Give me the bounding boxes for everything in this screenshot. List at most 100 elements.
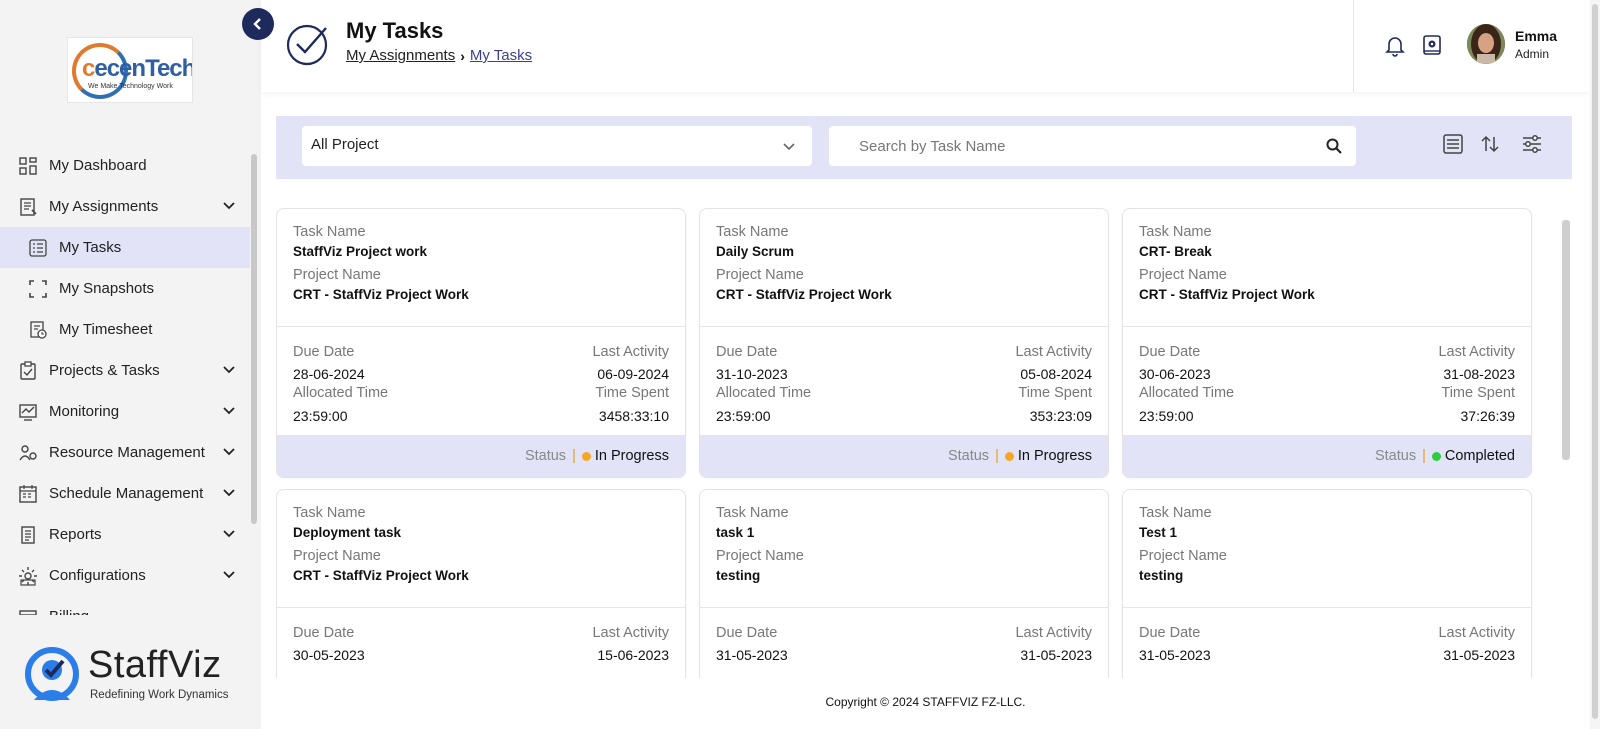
chevron-down-icon[interactable] — [222, 404, 236, 418]
last-activity-label: Last Activity — [592, 344, 669, 360]
bell-icon[interactable] — [1383, 33, 1407, 57]
search-box — [829, 126, 1356, 166]
due-date-value: 31-10-2023 — [716, 366, 788, 382]
sidebar-scrollbar[interactable] — [250, 150, 258, 620]
task-name-value: Test 1 — [1139, 525, 1178, 540]
task-check-icon — [286, 24, 328, 66]
company-logo: cecenTech We Make Technology Work — [67, 37, 193, 103]
last-activity-label: Last Activity — [1438, 344, 1515, 360]
task-name-value: Deployment task — [293, 525, 402, 540]
due-date-value: 30-06-2023 — [1139, 366, 1211, 382]
task-card[interactable]: Task Name StaffViz Project work Project Na… — [276, 208, 686, 478]
last-activity-value: 31-05-2023 — [1443, 647, 1515, 663]
user-name[interactable]: Emma — [1515, 28, 1557, 44]
copyright-footer: Copyright © 2024 STAFFVIZ FZ-LLC. — [825, 695, 1026, 709]
staffviz-logo: StaffViz Redefining Work Dynamics — [24, 640, 244, 705]
status-bar: Status | In Progress — [277, 435, 685, 477]
staffviz-tagline: Redefining Work Dynamics — [90, 689, 229, 701]
card-divider — [700, 607, 1108, 608]
sidebar-item-my-snapshots[interactable]: My Snapshots — [0, 268, 250, 309]
sidebar-item-billing[interactable]: Billing — [0, 596, 250, 615]
page-scrollbar[interactable] — [1590, 0, 1600, 729]
timesheet-icon — [30, 321, 47, 339]
project-name-label: Project Name — [716, 548, 804, 564]
project-name-label: Project Name — [293, 548, 381, 564]
search-icon[interactable] — [1326, 138, 1342, 154]
task-name-value: CRT- Break — [1139, 244, 1212, 259]
list-view-icon[interactable] — [1442, 133, 1464, 155]
filter-bar: All Project — [276, 116, 1572, 179]
staffviz-logo-icon — [25, 647, 79, 701]
project-name-value: testing — [716, 568, 761, 583]
project-name-value: CRT - StaffViz Project Work — [1139, 287, 1315, 302]
assignments-icon — [20, 198, 37, 216]
sidebar-item-my-timesheet[interactable]: My Timesheet — [0, 309, 250, 350]
chevron-down-icon[interactable] — [222, 486, 236, 500]
sidebar-item-label: Configurations — [49, 567, 146, 584]
staffviz-name: StaffViz — [88, 644, 222, 686]
card-divider — [1123, 326, 1531, 327]
sort-icon[interactable] — [1479, 133, 1501, 155]
sidebar-item-monitoring[interactable]: Monitoring — [0, 391, 250, 432]
last-activity-label: Last Activity — [1015, 344, 1092, 360]
task-card[interactable]: Task Name CRT- Break Project Name CRT - Sta… — [1122, 208, 1532, 478]
cards-scrollbar[interactable] — [1562, 220, 1570, 460]
last-activity-label: Last Activity — [1015, 625, 1092, 641]
sidebar-item-schedule-management[interactable]: Schedule Management — [0, 473, 250, 514]
status-separator: | — [995, 448, 999, 464]
chevron-down-icon[interactable] — [222, 527, 236, 541]
last-activity-label: Last Activity — [1438, 625, 1515, 641]
task-card[interactable]: Task Name task 1 Project Name testing Due Da… — [699, 489, 1109, 678]
avatar[interactable] — [1467, 24, 1505, 64]
due-date-label: Due Date — [293, 625, 355, 641]
last-activity-label: Last Activity — [592, 625, 669, 641]
logo-tagline: We Make Technology Work — [88, 83, 173, 90]
resource-icon — [19, 445, 37, 461]
chevron-down-icon[interactable] — [222, 363, 236, 377]
breadcrumb-my-assignments[interactable]: My Assignments — [346, 47, 455, 64]
project-name-label: Project Name — [1139, 267, 1227, 283]
status-dot-icon — [1431, 451, 1441, 461]
due-date-value: 31-05-2023 — [1139, 647, 1211, 663]
sidebar-item-my-tasks[interactable]: My Tasks — [0, 227, 250, 268]
chevron-left-icon — [253, 18, 261, 30]
project-name-value: CRT - StaffViz Project Work — [293, 287, 469, 302]
breadcrumb: My Assignments › My Tasks — [346, 47, 532, 64]
time-spent-value: 353:23:09 — [1029, 408, 1092, 424]
sidebar-item-my-dashboard[interactable]: My Dashboard — [0, 145, 250, 186]
search-input[interactable] — [829, 126, 1309, 166]
collapse-sidebar-button[interactable] — [242, 8, 274, 40]
project-name-value: CRT - StaffViz Project Work — [293, 568, 469, 583]
status-dot-icon — [1004, 451, 1014, 461]
breadcrumb-my-tasks[interactable]: My Tasks — [470, 47, 532, 64]
time-spent-value: 3458:33:10 — [598, 408, 669, 424]
filter-sliders-icon[interactable] — [1521, 133, 1543, 155]
card-divider — [1123, 607, 1531, 608]
status-label: Status — [524, 448, 567, 464]
allocated-time-label: Allocated Time — [716, 385, 812, 401]
task-card[interactable]: Task Name Deployment task Project Name CRT … — [276, 489, 686, 678]
sidebar-item-projects-tasks[interactable]: Projects & Tasks — [0, 350, 250, 391]
time-spent-label: Time Spent — [1018, 385, 1092, 401]
sidebar: cecenTech We Make Technology Work My Das… — [0, 0, 261, 729]
sidebar-item-label: My Tasks — [59, 239, 122, 256]
project-name-label: Project Name — [1139, 548, 1227, 564]
project-select-value: All Project — [311, 136, 379, 153]
sidebar-item-reports[interactable]: Reports — [0, 514, 250, 555]
status-separator: | — [1422, 448, 1426, 464]
status-badge: In Progress — [1017, 448, 1092, 464]
project-select[interactable]: All Project — [302, 126, 812, 166]
last-activity-value: 31-05-2023 — [1020, 647, 1092, 663]
task-card[interactable]: Task Name Test 1 Project Name testing Due Da… — [1122, 489, 1532, 678]
sidebar-item-configurations[interactable]: Configurations — [0, 555, 250, 596]
settings-book-icon[interactable] — [1420, 33, 1444, 57]
due-date-value: 28-06-2024 — [293, 366, 365, 382]
sidebar-item-my-assignments[interactable]: My Assignments — [0, 186, 250, 227]
chevron-down-icon[interactable] — [222, 445, 236, 459]
chevron-down-icon[interactable] — [222, 568, 236, 582]
sidebar-item-resource-management[interactable]: Resource Management — [0, 432, 250, 473]
time-spent-label: Time Spent — [595, 385, 669, 401]
task-card[interactable]: Task Name Daily Scrum Project Name CRT - St… — [699, 208, 1109, 478]
chevron-down-icon[interactable] — [222, 199, 236, 213]
chevron-down-icon — [783, 143, 795, 151]
